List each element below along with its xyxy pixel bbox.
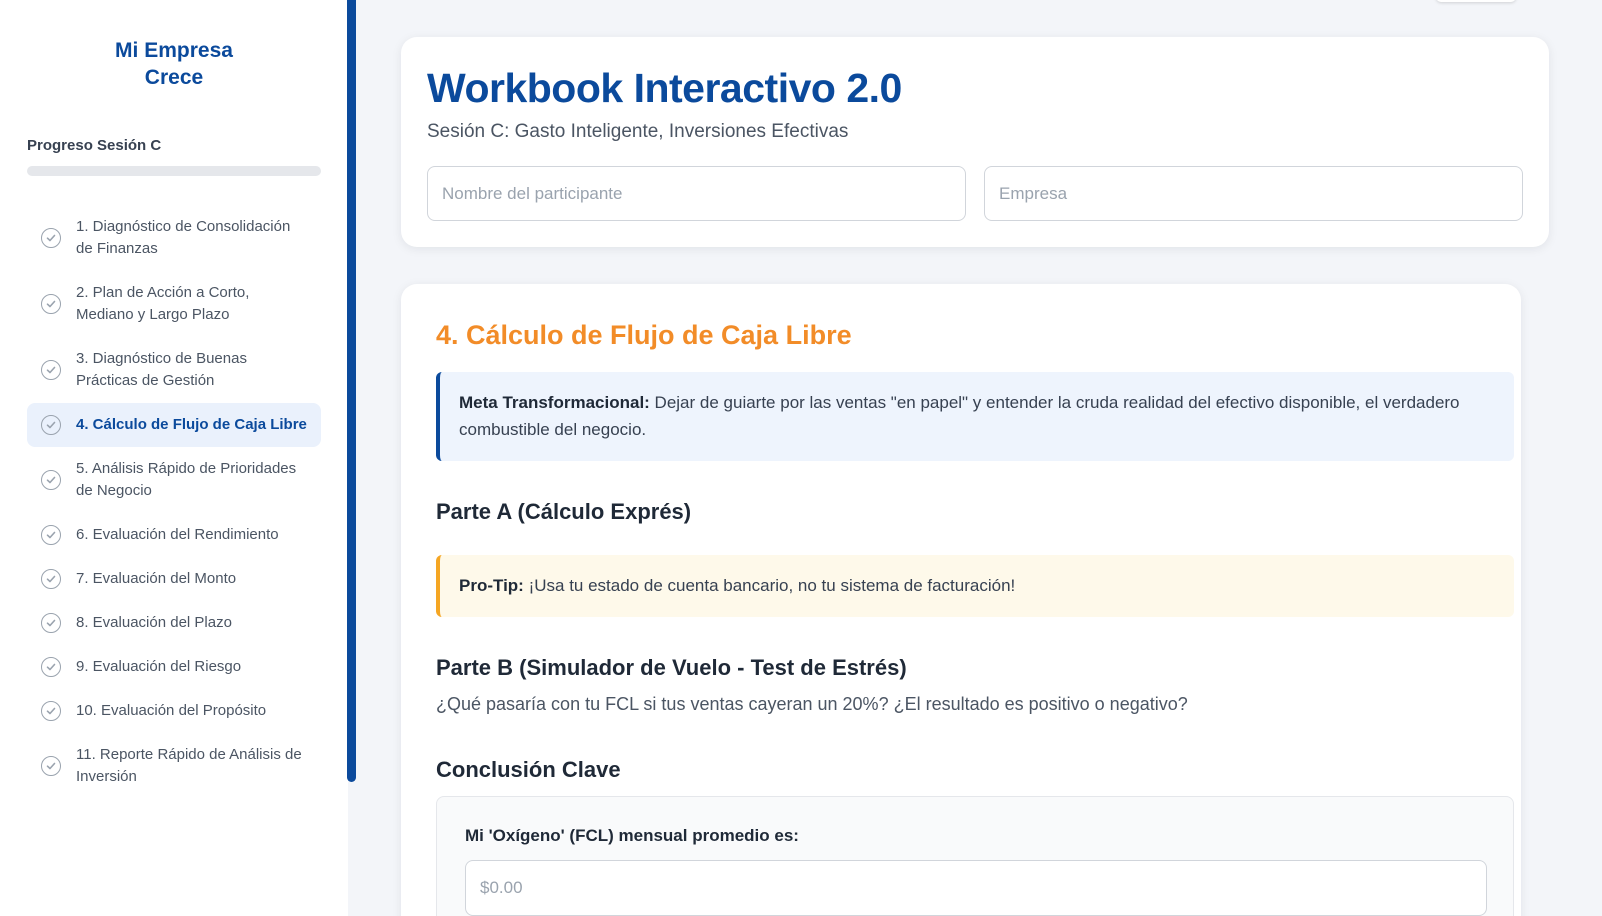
conclusion-label: Mi 'Oxígeno' (FCL) mensual promedio es: <box>465 826 799 845</box>
sidebar-item-label: 2. Plan de Acción a Corto, Mediano y Lar… <box>76 284 250 323</box>
check-circle-icon <box>41 228 61 248</box>
top-scroll-handle[interactable] <box>1436 0 1516 2</box>
sidebar-item-label: 11. Reporte Rápido de Análisis de Invers… <box>76 746 302 785</box>
conclusion-box: Mi 'Oxígeno' (FCL) mensual promedio es: <box>436 796 1514 916</box>
sidebar-item-label: 1. Diagnóstico de Consolidación de Finan… <box>76 218 291 257</box>
sidebar-item-label: 10. Evaluación del Propósito <box>76 702 267 719</box>
section-card: 4. Cálculo de Flujo de Caja Libre Meta T… <box>401 284 1521 916</box>
sidebar-item-2[interactable]: 2. Plan de Acción a Corto, Mediano y Lar… <box>27 271 321 337</box>
main-content: Workbook Interactivo 2.0 Sesión C: Gasto… <box>356 0 1602 916</box>
header-card: Workbook Interactivo 2.0 Sesión C: Gasto… <box>401 37 1549 247</box>
sidebar-item-11[interactable]: 11. Reporte Rápido de Análisis de Invers… <box>27 733 321 799</box>
participant-name-input[interactable] <box>427 166 966 221</box>
part-b-title: Parte B (Simulador de Vuelo - Test de Es… <box>436 655 907 680</box>
check-circle-icon <box>41 470 61 490</box>
sidebar-item-7[interactable]: 7. Evaluación del Monto <box>27 557 321 601</box>
sidebar-item-1[interactable]: 1. Diagnóstico de Consolidación de Finan… <box>27 205 321 271</box>
part-a-title: Parte A (Cálculo Exprés) <box>436 499 692 524</box>
sidebar-item-label: 7. Evaluación del Monto <box>76 570 237 587</box>
sidebar-scrollbar[interactable] <box>347 0 356 782</box>
check-circle-icon <box>41 657 61 677</box>
sidebar-item-label: 3. Diagnóstico de Buenas Prácticas de Ge… <box>76 350 247 389</box>
brand-line-1: Mi Empresa <box>115 39 233 62</box>
sidebar-item-label: 6. Evaluación del Rendimiento <box>76 526 279 543</box>
pro-tip-callout: Pro-Tip: ¡Usa tu estado de cuenta bancar… <box>436 555 1514 617</box>
meta-callout: Meta Transformacional: Dejar de guiarte … <box>436 372 1514 461</box>
check-circle-icon <box>41 701 61 721</box>
page-subtitle: Sesión C: Gasto Inteligente, Inversiones… <box>427 121 849 142</box>
meta-label: Meta Transformacional: <box>459 393 650 412</box>
sidebar-item-8[interactable]: 8. Evaluación del Plazo <box>27 601 321 645</box>
progress-label: Progreso Sesión C <box>27 137 162 154</box>
fcl-amount-input[interactable] <box>465 860 1487 916</box>
check-circle-icon <box>41 525 61 545</box>
brand-logo-text: Mi Empresa Crece <box>0 37 348 91</box>
sidebar-item-5[interactable]: 5. Análisis Rápido de Prioridades de Neg… <box>27 447 321 513</box>
check-circle-icon <box>41 294 61 314</box>
sidebar-item-4[interactable]: 4. Cálculo de Flujo de Caja Libre <box>27 403 321 447</box>
tip-text: ¡Usa tu estado de cuenta bancario, no tu… <box>523 576 1016 595</box>
conclusion-title: Conclusión Clave <box>436 757 621 782</box>
sidebar-item-3[interactable]: 3. Diagnóstico de Buenas Prácticas de Ge… <box>27 337 321 403</box>
brand-line-2: Crece <box>144 66 204 89</box>
check-circle-icon <box>41 415 61 435</box>
sidebar-item-label: 8. Evaluación del Plazo <box>76 614 232 631</box>
sidebar-item-label: 5. Análisis Rápido de Prioridades de Neg… <box>76 460 297 499</box>
check-circle-icon <box>41 613 61 633</box>
sidebar-item-6[interactable]: 6. Evaluación del Rendimiento <box>27 513 321 557</box>
check-circle-icon <box>41 756 61 776</box>
section-title: 4. Cálculo de Flujo de Caja Libre <box>436 320 852 350</box>
sidebar-item-10[interactable]: 10. Evaluación del Propósito <box>27 689 321 733</box>
sidebar-item-9[interactable]: 9. Evaluación del Riesgo <box>27 645 321 689</box>
check-circle-icon <box>41 569 61 589</box>
company-input[interactable] <box>984 166 1523 221</box>
page-title: Workbook Interactivo 2.0 <box>427 65 902 111</box>
section-nav: 1. Diagnóstico de Consolidación de Finan… <box>27 205 321 799</box>
check-circle-icon <box>41 360 61 380</box>
tip-label: Pro-Tip: <box>459 576 524 595</box>
progress-bar <box>27 166 321 176</box>
sidebar-item-label: 9. Evaluación del Riesgo <box>76 658 242 675</box>
sidebar-item-label: 4. Cálculo de Flujo de Caja Libre <box>76 416 307 433</box>
sidebar: Mi Empresa Crece Progreso Sesión C 1. Di… <box>0 0 348 916</box>
part-b-question: ¿Qué pasaría con tu FCL si tus ventas ca… <box>436 694 1188 714</box>
